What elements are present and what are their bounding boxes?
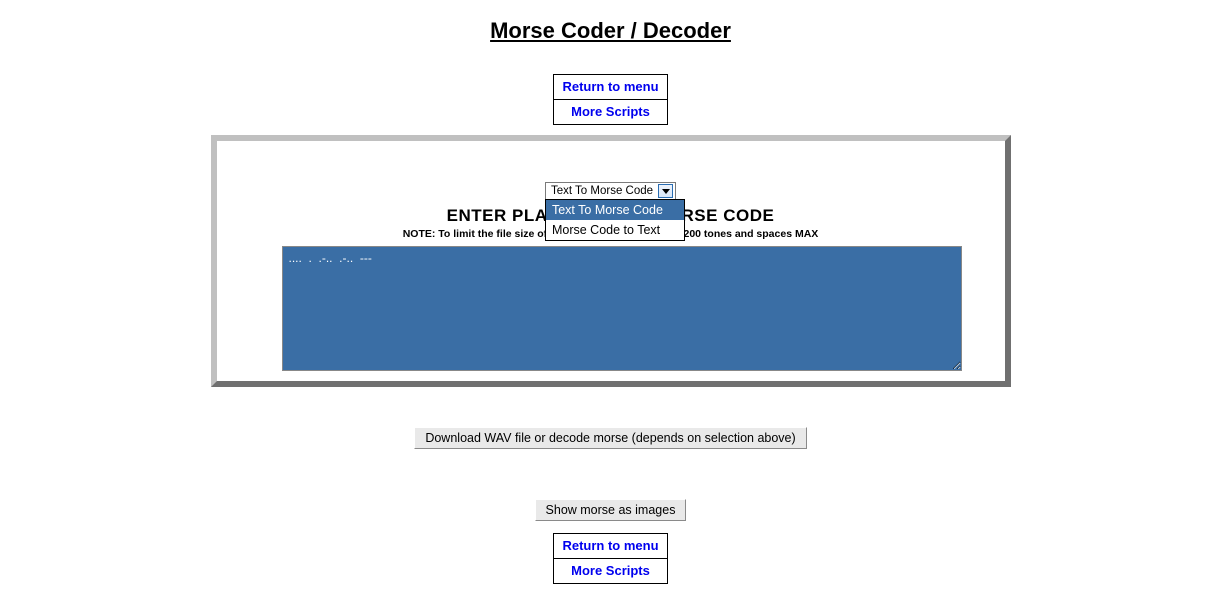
bottom-nav-table: Return to menu More Scripts <box>553 533 667 584</box>
show-morse-images-button[interactable]: Show morse as images <box>535 499 687 521</box>
more-scripts-link-bottom[interactable]: More Scripts <box>571 563 650 578</box>
mode-option-text-to-morse[interactable]: Text To Morse Code <box>546 200 684 220</box>
chevron-down-icon[interactable] <box>658 184 673 198</box>
mode-select-value: Text To Morse Code <box>548 185 656 197</box>
more-scripts-link[interactable]: More Scripts <box>571 104 650 119</box>
mode-dropdown-list: Text To Morse Code Morse Code to Text <box>545 199 685 241</box>
main-panel: Text To Morse Code Text To Morse Code Mo… <box>211 135 1011 387</box>
page-title: Morse Coder / Decoder <box>0 18 1221 44</box>
morse-textarea[interactable] <box>282 246 962 371</box>
mode-dropdown[interactable]: Text To Morse Code Text To Morse Code Mo… <box>545 181 676 200</box>
download-wav-button[interactable]: Download WAV file or decode morse (depen… <box>414 427 806 449</box>
mode-select-box[interactable]: Text To Morse Code <box>545 182 676 200</box>
mode-option-morse-to-text[interactable]: Morse Code to Text <box>546 220 684 240</box>
top-nav-table: Return to menu More Scripts <box>553 74 667 125</box>
return-to-menu-link[interactable]: Return to menu <box>562 79 658 94</box>
return-to-menu-link-bottom[interactable]: Return to menu <box>562 538 658 553</box>
